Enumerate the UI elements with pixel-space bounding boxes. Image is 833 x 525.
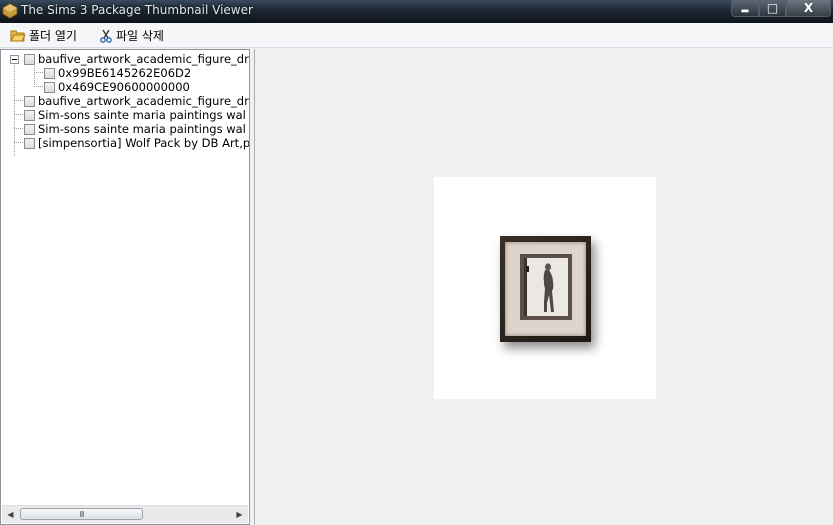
tree-item[interactable]: 0x469CE90600000000 — [44, 80, 190, 94]
chevron-left-icon: ◀ — [7, 510, 14, 519]
tree-line — [14, 114, 23, 115]
tree-line — [14, 100, 23, 101]
delete-file-label: 파일 삭제 — [116, 29, 164, 43]
tree-item-label: 0x99BE6145262E06D2 — [58, 66, 192, 80]
tree-item-checkbox[interactable] — [24, 53, 35, 65]
tree-item-checkbox[interactable] — [24, 95, 35, 107]
maximize-icon: □ — [766, 1, 779, 15]
title-bar[interactable]: The Sims 3 Package Thumbnail Viewer ▂ □ … — [0, 0, 833, 23]
painting-frame — [500, 236, 591, 342]
tree-item-label: Sim-sons sainte maria paintings wal — [38, 108, 246, 122]
close-icon: X — [803, 1, 814, 15]
package-tree[interactable]: baufive_artwork_academic_figure_dra 0x99… — [0, 49, 250, 525]
window-title: The Sims 3 Package Thumbnail Viewer — [21, 3, 253, 17]
tree-line — [34, 66, 35, 87]
tree-item-label: [simpensortia] Wolf Pack by DB Art,p — [38, 136, 250, 150]
folder-open-icon — [10, 30, 26, 41]
tree-item[interactable]: Sim-sons sainte maria paintings wal — [24, 122, 246, 136]
scroll-left-arrow[interactable]: ◀ — [2, 506, 19, 523]
tree-item-checkbox[interactable] — [24, 109, 35, 121]
tree-line — [34, 72, 43, 73]
painting-inner-frame — [520, 254, 572, 320]
tree-item[interactable]: baufive_artwork_academic_figure_dra — [24, 94, 250, 108]
tree-line — [14, 128, 23, 129]
thumbnail-image — [434, 177, 656, 399]
painting-mat — [505, 242, 586, 336]
close-button[interactable]: X — [786, 0, 831, 17]
open-folder-button[interactable]: 폴더 열기 — [10, 27, 77, 44]
tree-item-label: baufive_artwork_academic_figure_dra — [38, 52, 250, 66]
app-icon — [2, 3, 18, 19]
painting-artwork — [524, 258, 568, 316]
delete-file-button[interactable]: 파일 삭제 — [99, 27, 164, 44]
minimize-icon: ▂ — [741, 3, 749, 13]
tree-line — [14, 142, 23, 143]
scroll-right-arrow[interactable]: ▶ — [231, 506, 248, 523]
tree-item[interactable]: [simpensortia] Wolf Pack by DB Art,p — [24, 136, 250, 150]
chevron-right-icon: ▶ — [236, 510, 243, 519]
tree-item-checkbox[interactable] — [24, 137, 35, 149]
maximize-button[interactable]: □ — [759, 0, 786, 17]
tree-item-checkbox[interactable] — [44, 67, 55, 79]
tree-item[interactable]: Sim-sons sainte maria paintings wal — [24, 108, 246, 122]
tree-item-label: Sim-sons sainte maria paintings wal — [38, 122, 246, 136]
tree-item-checkbox[interactable] — [44, 81, 55, 93]
window-controls: ▂ □ X — [731, 0, 831, 18]
tree-item-checkbox[interactable] — [24, 123, 35, 135]
tree-item-label: 0x469CE90600000000 — [58, 80, 190, 94]
scissors-icon — [100, 29, 112, 43]
horizontal-scrollbar[interactable]: ◀ III ▶ — [2, 505, 248, 523]
minimize-button[interactable]: ▂ — [731, 0, 759, 17]
tree-item[interactable]: 0x99BE6145262E06D2 — [44, 66, 191, 80]
toolbar: 폴더 열기 파일 삭제 — [0, 23, 833, 48]
collapse-toggle[interactable] — [10, 55, 19, 64]
tree-line — [34, 86, 43, 87]
tree-item-label: baufive_artwork_academic_figure_dra — [38, 94, 250, 108]
open-folder-label: 폴더 열기 — [29, 29, 77, 43]
scrollbar-thumb[interactable]: III — [20, 508, 143, 520]
grip-icon: III — [79, 509, 84, 519]
tree-item[interactable]: baufive_artwork_academic_figure_dra — [24, 52, 250, 66]
figure-drawing-image — [524, 258, 568, 316]
